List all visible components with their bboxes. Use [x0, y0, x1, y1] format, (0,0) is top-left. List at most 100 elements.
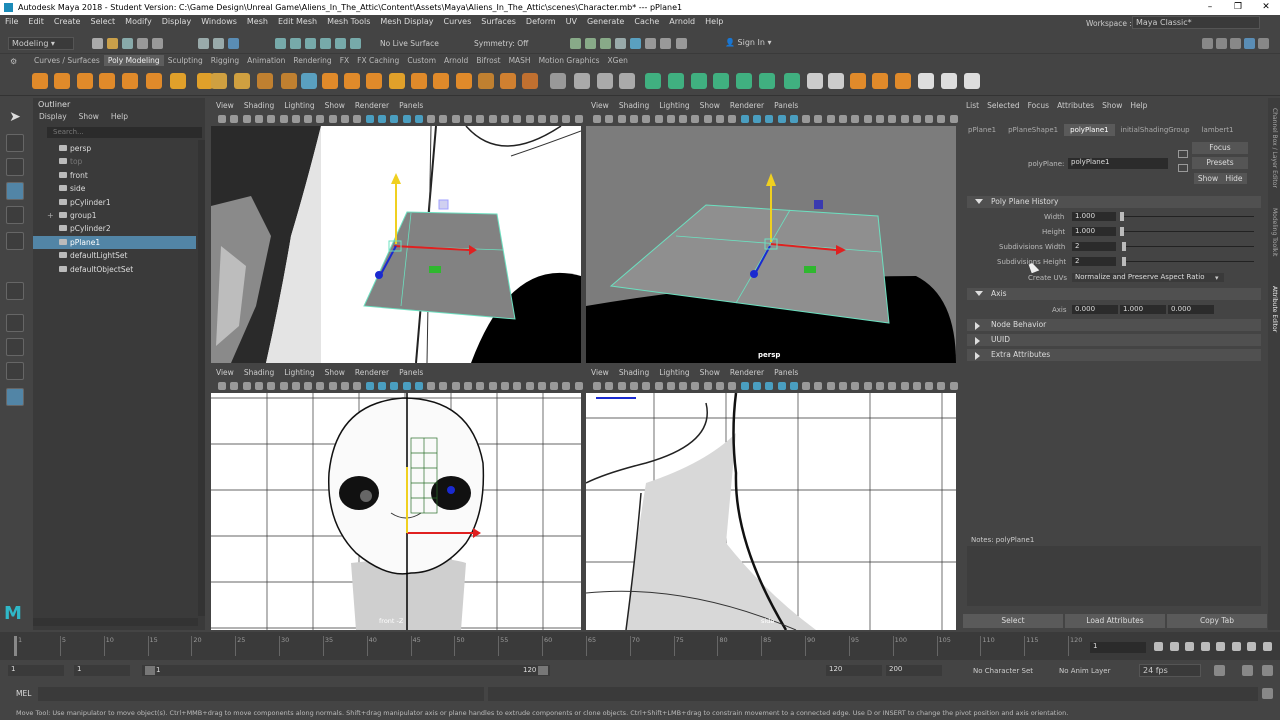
viewport-tool-icon[interactable]	[617, 115, 626, 123]
time-slider[interactable]: 1 5 10 15 20 25 30 35 40 45 50 55 60 65 70 75 80 85 90 95 10…	[0, 632, 1280, 660]
viewport-tool-icon[interactable]	[427, 115, 436, 123]
select-component-icon[interactable]	[228, 38, 239, 49]
outliner-item-defaultlightset[interactable]: defaultLightSet	[33, 249, 196, 262]
channel-box-tab[interactable]: Channel Box / Layer Editor	[1270, 108, 1278, 198]
range-start-handle[interactable]	[145, 666, 155, 675]
vp-menu-renderer[interactable]: Renderer	[725, 100, 769, 112]
shelf-tab-motion-graphics[interactable]: Motion Graphics	[535, 55, 604, 66]
viewport-persp[interactable]: persp	[586, 126, 956, 363]
sign-in-button[interactable]: 👤 Sign In ▾	[722, 37, 800, 50]
outliner-item-side[interactable]: side	[33, 182, 196, 195]
node-behavior-section[interactable]: Node Behavior	[967, 319, 1261, 331]
shelf-tool-icon[interactable]	[619, 73, 635, 89]
step-forward-frame-icon[interactable]	[1231, 642, 1241, 651]
shelf-tab-animation[interactable]: Animation	[243, 55, 289, 66]
outliner-menu-help[interactable]: Help	[105, 111, 134, 123]
menu-file[interactable]: File	[0, 15, 23, 29]
viewport-tool-icon[interactable]	[377, 115, 386, 123]
viewport-tool-icon[interactable]	[525, 382, 534, 390]
shelf-tool-icon[interactable]	[522, 73, 538, 89]
viewport-tool-icon[interactable]	[691, 382, 700, 390]
viewport-tool-icon[interactable]	[875, 115, 884, 123]
shelf-tool-icon[interactable]	[918, 73, 934, 89]
viewport-tool-icon[interactable]	[777, 382, 786, 390]
expand-plus-icon[interactable]: +	[47, 209, 54, 222]
range-slider[interactable]: 1 120	[142, 665, 550, 676]
shelf-tool-icon[interactable]	[872, 73, 888, 89]
auto-key-icon[interactable]	[1242, 665, 1253, 676]
hide-button[interactable]: Hide	[1221, 173, 1247, 184]
step-back-key-icon[interactable]	[1169, 642, 1179, 651]
vp-menu-view[interactable]: View	[211, 367, 239, 379]
play-forwards-icon[interactable]	[1216, 642, 1225, 651]
persp-outliner-layout-icon[interactable]	[6, 338, 24, 356]
ae-menu-help[interactable]: Help	[1126, 100, 1151, 112]
step-back-frame-icon[interactable]	[1185, 642, 1194, 651]
viewport-tool-icon[interactable]	[341, 382, 349, 390]
outliner-item-pcylinder2[interactable]: pCylinder2	[33, 222, 196, 235]
viewport-tool-icon[interactable]	[328, 382, 337, 390]
viewport-tool-icon[interactable]	[230, 382, 239, 390]
copy-tab-button[interactable]: Copy Tab	[1167, 614, 1267, 628]
minimize-button[interactable]: –	[1196, 0, 1224, 15]
viewport-tool-icon[interactable]	[377, 382, 386, 390]
viewport-tool-icon[interactable]	[365, 382, 374, 390]
ae-menu-selected[interactable]: Selected	[983, 100, 1024, 112]
vp-menu-panels[interactable]: Panels	[394, 367, 428, 379]
viewport-tool-icon[interactable]	[863, 382, 872, 390]
viewport-tool-icon[interactable]	[814, 115, 823, 123]
menu-arnold[interactable]: Arnold	[664, 15, 700, 29]
height-slider[interactable]	[1122, 231, 1254, 232]
height-slider-handle[interactable]	[1120, 227, 1124, 236]
viewport-tool-icon[interactable]	[839, 382, 847, 390]
viewport-tool-icon[interactable]	[304, 115, 313, 123]
viewport-tool-icon[interactable]	[279, 115, 288, 123]
snap-curve-icon[interactable]	[290, 38, 301, 49]
shelf-tool-icon[interactable]	[736, 73, 752, 89]
show-button[interactable]: Show	[1194, 173, 1222, 184]
menu-curves[interactable]: Curves	[438, 15, 476, 29]
vp-menu-show[interactable]: Show	[320, 100, 350, 112]
shelf-tool-icon[interactable]	[828, 73, 844, 89]
loop-icon[interactable]	[1214, 665, 1225, 676]
shelf-tool-icon[interactable]	[964, 73, 980, 89]
viewport-tool-icon[interactable]	[267, 382, 276, 390]
focus-node-icon[interactable]	[1178, 150, 1188, 158]
viewport-tool-icon[interactable]	[488, 382, 497, 390]
focus-button[interactable]: Focus	[1192, 142, 1248, 154]
current-frame-field[interactable]: 1	[1090, 642, 1146, 653]
viewport-tool-icon[interactable]	[789, 115, 798, 123]
viewport-tool-icon[interactable]	[500, 115, 509, 123]
ae-tab-pplaneshape1[interactable]: pPlaneShape1	[1002, 124, 1064, 136]
shelf-tab-mash[interactable]: MASH	[505, 55, 535, 66]
menu-cache[interactable]: Cache	[629, 15, 664, 29]
load-node-icon[interactable]	[1178, 164, 1188, 172]
menu-mesh-display[interactable]: Mesh Display	[375, 15, 438, 29]
redo-icon[interactable]	[152, 38, 163, 49]
viewport-tool-icon[interactable]	[925, 115, 934, 123]
shelf-tool-icon[interactable]	[281, 73, 297, 89]
vp-menu-view[interactable]: View	[586, 367, 614, 379]
notes-textarea[interactable]	[967, 546, 1261, 606]
outliner-scrollbar[interactable]	[198, 140, 205, 616]
open-scene-icon[interactable]	[107, 38, 118, 49]
viewport-tool-icon[interactable]	[402, 382, 411, 390]
menu-generate[interactable]: Generate	[582, 15, 629, 29]
shelf-tool-icon[interactable]	[170, 73, 186, 89]
shelf-tool-icon[interactable]	[645, 73, 661, 89]
viewport-tool-icon[interactable]	[593, 115, 601, 123]
shelf-tab-rigging[interactable]: Rigging	[207, 55, 243, 66]
width-slider[interactable]	[1122, 216, 1254, 217]
shelf-tool-icon[interactable]	[211, 73, 227, 89]
viewport-tool-icon[interactable]	[765, 382, 774, 390]
viewport-tool-icon[interactable]	[777, 115, 786, 123]
shelf-tool-icon[interactable]	[574, 73, 590, 89]
vp-menu-lighting[interactable]: Lighting	[654, 367, 694, 379]
viewport-tool-icon[interactable]	[254, 382, 263, 390]
viewport-tool-icon[interactable]	[218, 115, 226, 123]
layout-icon-3[interactable]	[1230, 38, 1241, 49]
viewport-tool-icon[interactable]	[789, 382, 798, 390]
shelf-tool-icon[interactable]	[122, 73, 138, 89]
go-to-start-icon[interactable]	[1154, 642, 1163, 651]
shelf-tool-icon[interactable]	[895, 73, 911, 89]
